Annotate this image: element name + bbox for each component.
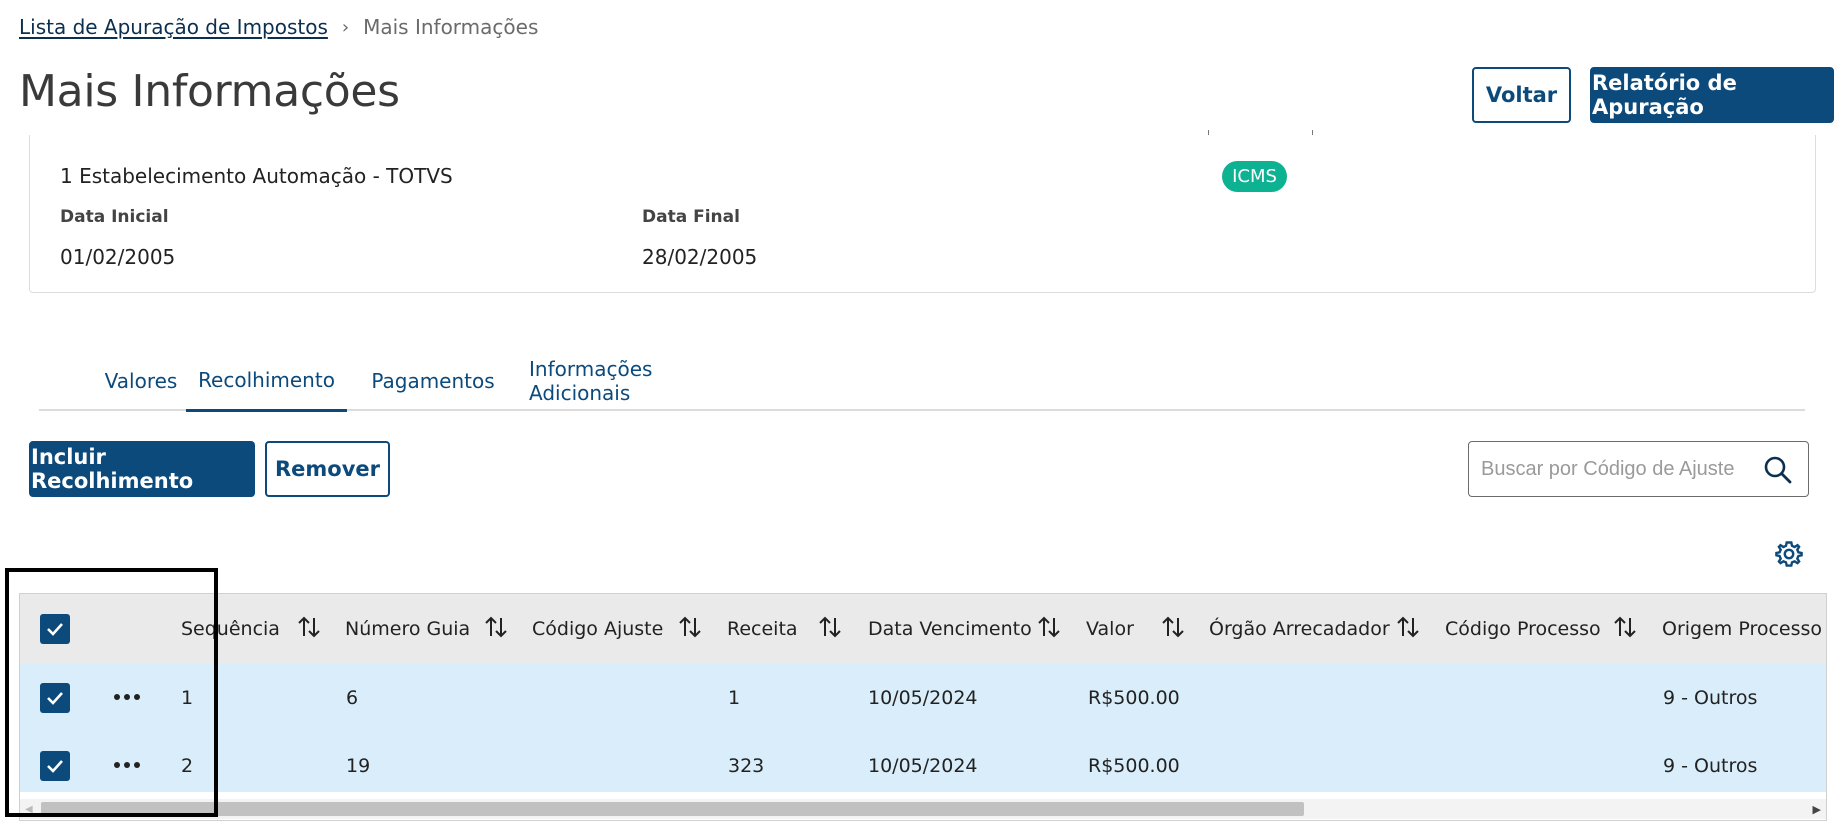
search-icon[interactable]	[1762, 454, 1794, 486]
sort-icon[interactable]	[1396, 614, 1420, 640]
breadcrumb-link-lista[interactable]: Lista de Apuração de Impostos	[19, 15, 328, 39]
data-inicial-value: 01/02/2005	[60, 245, 176, 269]
breadcrumb: Lista de Apuração de Impostos › Mais Inf…	[19, 14, 538, 40]
column-header-codigo-ajuste[interactable]: Código Ajuste	[532, 618, 663, 640]
table-header: Sequência Número Guia Código Ajuste Rece…	[20, 594, 1826, 664]
cell-numero-guia: 19	[346, 755, 371, 777]
column-header-sequencia[interactable]: Sequência	[181, 618, 280, 640]
data-final-value: 28/02/2005	[642, 245, 758, 269]
sort-icon[interactable]	[297, 614, 321, 640]
cell-data-vencimento: 10/05/2024	[868, 755, 978, 777]
breadcrumb-current: Mais Informações	[363, 15, 539, 39]
sort-icon[interactable]	[484, 614, 508, 640]
table-row[interactable]: 1 6 1 10/05/2024 R$500.00 9 - Outros	[20, 664, 1826, 732]
remover-button[interactable]: Remover	[265, 441, 390, 497]
column-header-receita[interactable]: Receita	[727, 618, 798, 640]
tab-pagamentos[interactable]: Pagamentos	[359, 350, 507, 411]
tab-recolhimento[interactable]: Recolhimento	[186, 350, 347, 412]
row-checkbox[interactable]	[40, 683, 70, 713]
checkmark-icon	[47, 692, 63, 705]
cell-data-vencimento: 10/05/2024	[868, 687, 978, 709]
scrollbar-thumb[interactable]	[41, 802, 1304, 816]
cell-origem-processo: 9 - Outros	[1663, 687, 1758, 709]
sort-icon[interactable]	[1613, 614, 1637, 640]
checkmark-icon	[47, 760, 63, 773]
sort-icon[interactable]	[678, 614, 702, 640]
recolhimento-table: Sequência Número Guia Código Ajuste Rece…	[19, 593, 1827, 821]
cell-origem-processo: 9 - Outros	[1663, 755, 1758, 777]
tab-valores[interactable]: Valores	[79, 350, 203, 411]
tab-informacoes-adicionais[interactable]: Informações Adicionais	[529, 350, 759, 411]
cell-numero-guia: 6	[346, 687, 359, 709]
gear-icon[interactable]	[1774, 539, 1804, 569]
scroll-right-icon[interactable]: ▶	[1813, 803, 1821, 816]
cell-valor: R$500.00	[1088, 687, 1180, 709]
relatorio-apuracao-button[interactable]: Relatório de Apuração	[1590, 67, 1834, 123]
column-header-valor[interactable]: Valor	[1086, 618, 1134, 640]
data-final-label: Data Final	[642, 207, 740, 227]
estabelecimento-value: 1 Estabelecimento Automação - TOTVS	[60, 164, 453, 188]
checkmark-icon	[47, 623, 63, 636]
sort-icon[interactable]	[1161, 614, 1185, 640]
column-header-numero-guia[interactable]: Número Guia	[345, 618, 470, 640]
row-checkbox[interactable]	[40, 751, 70, 781]
scroll-left-icon[interactable]: ◀	[25, 804, 33, 815]
column-header-orgao-arrecadador[interactable]: Órgão Arrecadador	[1209, 618, 1390, 640]
search-input[interactable]	[1481, 457, 1751, 481]
select-all-checkbox[interactable]	[40, 614, 70, 644]
table-row[interactable]: 2 19 323 10/05/2024 R$500.00 9 - Outros	[20, 732, 1826, 792]
cell-sequencia: 2	[181, 755, 194, 777]
column-header-data-vencimento[interactable]: Data Vencimento	[868, 618, 1032, 640]
horizontal-scrollbar[interactable]: ◀ ▶	[20, 799, 1826, 819]
cell-valor: R$500.00	[1088, 755, 1180, 777]
sort-icon[interactable]	[818, 614, 842, 640]
chevron-right-icon: ›	[341, 16, 350, 38]
clipped-label-fragment	[1208, 130, 1314, 136]
column-header-codigo-processo[interactable]: Código Processo	[1445, 618, 1601, 640]
imposto-badge: ICMS	[1222, 161, 1287, 192]
search-box	[1468, 441, 1809, 497]
page-title: Mais Informações	[19, 66, 400, 117]
tabs-bar: Valores Recolhimento Pagamentos Informaç…	[39, 350, 1805, 412]
row-actions-more-icon[interactable]	[114, 693, 140, 701]
voltar-button[interactable]: Voltar	[1472, 67, 1571, 123]
cell-receita: 323	[728, 755, 765, 777]
cell-sequencia: 1	[181, 687, 194, 709]
incluir-recolhimento-button[interactable]: Incluir Recolhimento	[29, 441, 255, 497]
info-card	[29, 135, 1816, 293]
column-header-origem-processo[interactable]: Origem Processo	[1662, 618, 1822, 640]
sort-icon[interactable]	[1037, 614, 1061, 640]
row-actions-more-icon[interactable]	[114, 761, 140, 769]
data-inicial-label: Data Inicial	[60, 207, 169, 227]
cell-receita: 1	[728, 687, 741, 709]
